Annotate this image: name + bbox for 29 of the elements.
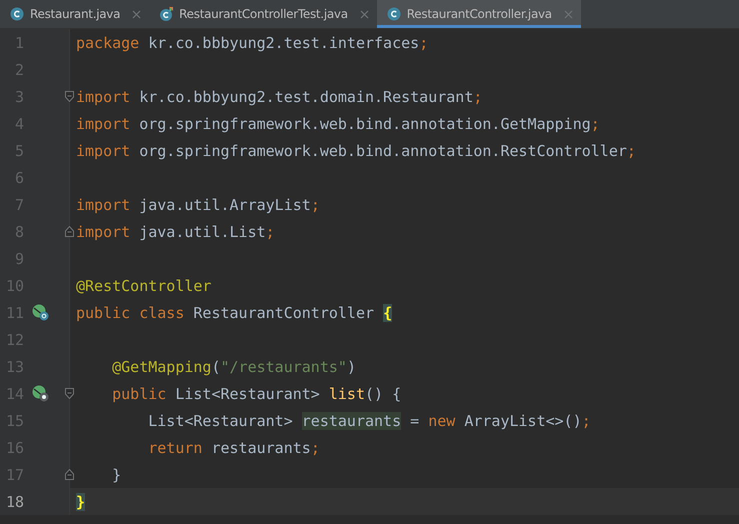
class-icon xyxy=(386,7,401,21)
method-marker-icon[interactable] xyxy=(32,385,49,402)
code-line: package kr.co.bbbyung2.test.interfaces; xyxy=(75,32,430,54)
close-icon[interactable] xyxy=(132,10,142,18)
code-line: import org.springframework.web.bind.annotation.GetMapping; xyxy=(75,114,601,134)
fold-icon[interactable] xyxy=(65,91,74,102)
close-icon[interactable] xyxy=(564,10,573,18)
code-line: List<Restaurant> restaurants = new ArrayList<>(); xyxy=(147,410,592,432)
code-line: import java.util.ArrayList; xyxy=(75,194,321,216)
fold-icon[interactable] xyxy=(65,469,74,480)
class-icon xyxy=(10,7,24,21)
line-number: 18 xyxy=(4,492,24,510)
fold-icon[interactable] xyxy=(65,388,74,399)
code-line: import java.util.List; xyxy=(75,222,276,242)
code-line: @RestController xyxy=(75,276,212,296)
fold-icon[interactable] xyxy=(65,226,74,237)
code-line: public class RestaurantController { xyxy=(75,302,394,324)
code-line: public List<Restaurant> list() { xyxy=(111,384,402,404)
class-marker-icon[interactable] xyxy=(32,304,49,321)
file-tab[interactable]: Restaurant.java xyxy=(0,0,150,28)
code-line: import org.springframework.web.bind.annotation.RestController; xyxy=(75,140,637,162)
close-icon[interactable] xyxy=(360,10,369,18)
code-line: @GetMapping("/restaurants") xyxy=(111,356,357,378)
file-tab[interactable]: RestaurantControllerTest.java xyxy=(149,0,377,28)
code-line: return restaurants; xyxy=(147,438,321,458)
code-line: import kr.co.bbbyung2.test.domain.Restaurant; xyxy=(75,86,484,108)
file-tab[interactable]: RestaurantController.java xyxy=(376,0,581,28)
test-class-icon xyxy=(159,7,174,21)
code-line: } xyxy=(111,464,122,486)
